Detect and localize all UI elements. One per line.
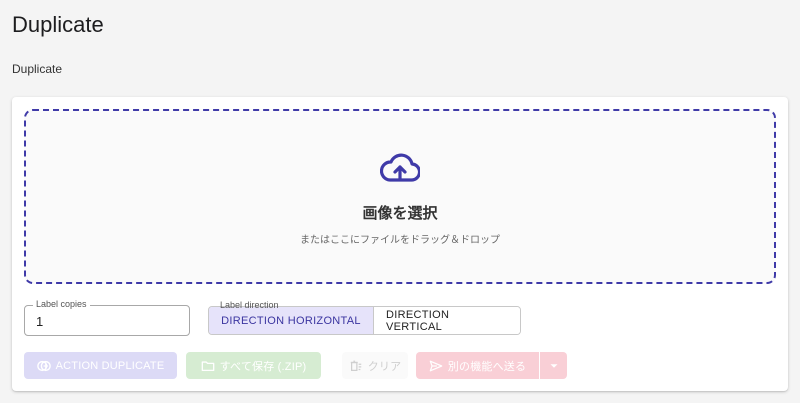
send-icon	[429, 360, 443, 371]
duplicate-button-label: ACTION DUPLICATE	[55, 359, 165, 372]
cloud-upload-icon	[380, 153, 420, 182]
direction-label: Label direction	[220, 300, 279, 310]
save-zip-button[interactable]: すべて保存 (.ZIP)	[186, 352, 321, 379]
dropzone-title: 画像を選択	[362, 204, 438, 222]
caret-down-icon	[550, 363, 557, 368]
send-to-feature-button[interactable]: 別の機能へ送る	[416, 352, 539, 379]
direction-horizontal-button[interactable]: DIRECTION HORIZONTAL	[209, 307, 374, 334]
save-zip-button-label: すべて保存 (.ZIP)	[219, 360, 307, 373]
duplicate-card: 画像を選択 またはここにファイルをドラッグ＆ドロップ Label copies …	[12, 97, 788, 391]
clear-icon	[350, 360, 361, 371]
send-button-label: 別の機能へ送る	[447, 360, 527, 373]
clear-button[interactable]: クリア	[342, 352, 408, 379]
duplicate-button[interactable]: ACTION DUPLICATE	[24, 352, 177, 379]
page-title: Duplicate	[12, 12, 104, 37]
direction-vertical-button[interactable]: DIRECTION VERTICAL	[374, 307, 520, 334]
page-subtitle: Duplicate	[12, 62, 63, 76]
direction-toggle-group: DIRECTION HORIZONTAL DIRECTION VERTICAL	[208, 306, 521, 335]
duplicate-icon	[36, 360, 51, 371]
copies-field-label: Label copies	[33, 299, 90, 309]
copies-field[interactable]: Label copies 1	[24, 299, 190, 336]
image-dropzone[interactable]: 画像を選択 またはここにファイルをドラッグ＆ドロップ	[24, 109, 776, 284]
copies-field-value[interactable]: 1	[36, 314, 43, 329]
dropzone-hint: またはここにファイルをドラッグ＆ドロップ	[300, 235, 500, 246]
folder-icon	[201, 360, 214, 371]
clear-button-label: クリア	[367, 360, 402, 373]
send-menu-button[interactable]	[540, 352, 567, 379]
